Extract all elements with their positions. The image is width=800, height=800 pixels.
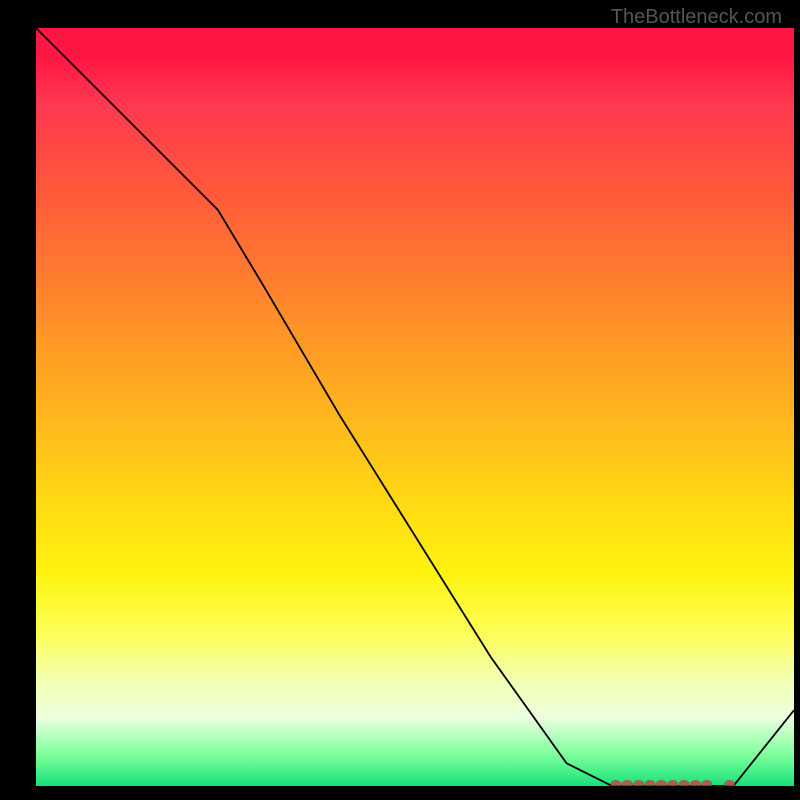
plot-area bbox=[36, 28, 794, 786]
chart-container: TheBottleneck.com bbox=[0, 0, 800, 800]
curve-path bbox=[36, 28, 794, 786]
line-svg bbox=[36, 28, 794, 786]
watermark-text: TheBottleneck.com bbox=[611, 6, 782, 29]
